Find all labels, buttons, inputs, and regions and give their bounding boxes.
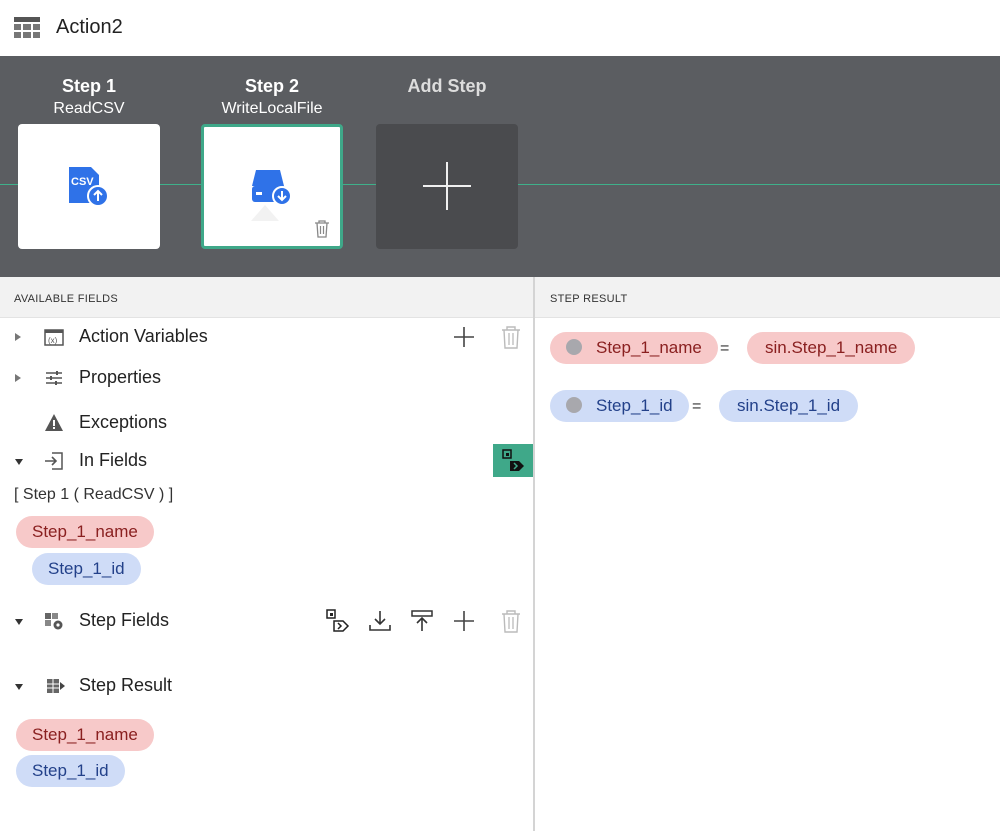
field-chip-step-1-name[interactable]: Step_1_name [16,516,154,548]
plus-icon [423,162,471,210]
field-chip-step-1-id[interactable]: Step_1_id [32,553,141,585]
steps-bar: Step 1 ReadCSV CSV Step 2 WriteLocalFile [0,56,1000,277]
tree-node-properties[interactable]: Properties [0,362,533,394]
sliders-icon [46,371,62,385]
step-2-subtitle: WriteLocalFile [221,100,323,117]
panel-divider[interactable] [533,277,535,831]
collapse-caret-icon[interactable] [15,684,23,690]
trash-icon[interactable] [314,220,330,238]
page-title: Action2 [56,16,123,38]
step-2[interactable]: Step 2 WriteLocalFile [201,56,343,249]
step-1-card[interactable]: CSV [18,124,160,249]
status-dot-icon [566,397,582,413]
tree-node-step-result[interactable]: Step Result [0,670,533,702]
status-dot-icon [566,339,582,355]
tree-node-in-fields[interactable]: In Fields [0,445,533,477]
active-step-pointer [251,205,279,221]
step-1[interactable]: Step 1 ReadCSV CSV [18,56,160,249]
tree-node-step-fields[interactable]: Step Fields [0,605,533,637]
equals-sign: = [720,340,730,357]
warning-icon [45,414,63,431]
mapping-field-step-1-name[interactable]: Step_1_name [550,332,718,364]
result-export-icon [47,679,65,693]
result-chip-step-1-id[interactable]: Step_1_id [16,755,125,787]
input-arrow-icon [45,452,63,470]
svg-text:CSV: CSV [71,176,94,188]
collapse-caret-icon[interactable] [15,619,23,625]
step-result-heading: STEP RESULT [535,277,1000,318]
map-fields-icon [502,449,524,471]
trash-icon[interactable] [499,325,523,349]
step-1-title: Step 1 [61,76,117,96]
tree-node-exceptions[interactable]: Exceptions [0,407,533,439]
step-2-title: Step 2 [244,76,300,96]
svg-text:(x): (x) [48,336,58,345]
download-icon[interactable] [368,609,392,633]
mapping-value-step-1-name[interactable]: sin.Step_1_name [747,332,916,364]
add-icon[interactable] [452,609,476,633]
drive-download-icon [252,170,292,206]
tree-label: Action Variables [79,326,208,346]
tree-label: Properties [79,367,162,387]
step-2-card[interactable] [201,124,343,249]
result-chip-step-1-name[interactable]: Step_1_name [16,719,154,751]
tree-label: Exceptions [79,412,168,432]
upload-icon[interactable] [410,609,434,633]
expand-caret-icon[interactable] [15,333,21,341]
fields-settings-icon [45,613,63,630]
expand-caret-icon[interactable] [15,374,21,382]
trash-icon[interactable] [499,609,523,633]
add-step[interactable]: Add Step [376,56,518,249]
tree-label: Step Fields [79,610,170,630]
mapping-value-step-1-id[interactable]: sin.Step_1_id [719,390,859,422]
add-step-title: Add Step [407,76,487,96]
equals-sign: = [692,398,702,415]
available-fields-heading: AVAILABLE FIELDS [0,277,533,318]
tree-node-action-variables[interactable]: (x) Action Variables [0,321,533,353]
add-step-button[interactable] [376,124,518,249]
in-fields-source: [ Step 1 ( ReadCSV ) ] [14,486,174,503]
collapse-caret-icon[interactable] [15,459,23,465]
app-header: Action2 [0,0,1000,56]
step-1-subtitle: ReadCSV [53,100,125,117]
tree-label: In Fields [79,450,148,470]
add-icon[interactable] [452,325,476,349]
mapping-field-step-1-id[interactable]: Step_1_id [550,390,689,422]
table-icon [14,17,40,38]
tree-label: Step Result [79,675,173,695]
map-fields-button[interactable] [493,444,533,477]
variable-icon: (x) [44,329,64,346]
map-fields-icon[interactable] [326,609,350,633]
csv-upload-icon: CSV [69,167,109,207]
